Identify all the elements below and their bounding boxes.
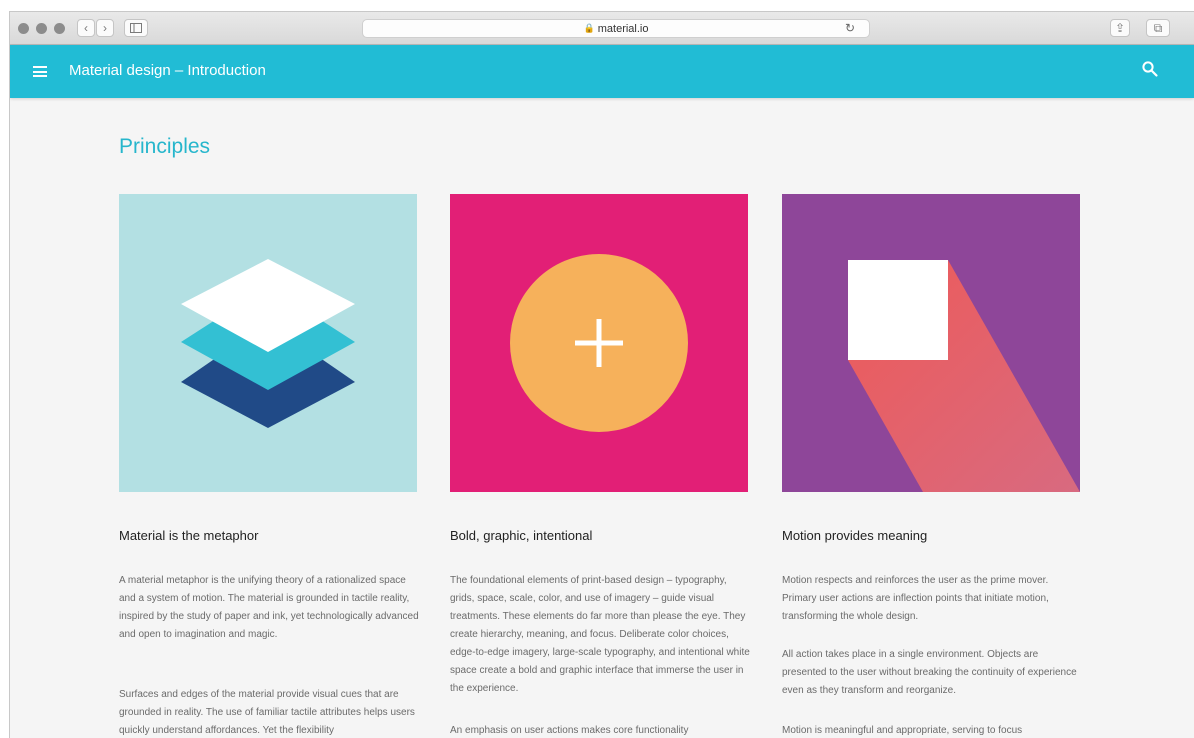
card-paragraph: Motion is meaningful and appropriate, se… bbox=[782, 725, 1023, 736]
forward-button[interactable]: › bbox=[96, 19, 114, 37]
back-button[interactable]: ‹ bbox=[77, 19, 95, 37]
app-bar: Material design – Introduction bbox=[10, 45, 1194, 98]
motion-shadow-illustration bbox=[782, 194, 1080, 492]
menu-icon[interactable] bbox=[33, 66, 47, 77]
section-heading: Principles bbox=[119, 135, 211, 158]
card-paragraph: The foundational elements of print-based… bbox=[450, 575, 750, 694]
share-button[interactable]: ⇪ bbox=[1110, 19, 1130, 37]
lock-icon: 🔒 bbox=[583, 23, 595, 33]
url-text: material.io bbox=[597, 22, 649, 35]
card-paragraph: Motion respects and reinforces the user … bbox=[782, 575, 1049, 622]
card-heading-bold-graphic: Bold, graphic, intentional bbox=[450, 528, 593, 543]
browser-toolbar: ‹ › 🔒 material.io ↻ ⇪ ⧉ bbox=[10, 12, 1194, 45]
sidebar-button[interactable] bbox=[124, 19, 148, 37]
card-paragraph: Surfaces and edges of the material provi… bbox=[119, 689, 415, 736]
close-window-button[interactable] bbox=[18, 23, 29, 34]
search-icon[interactable] bbox=[1141, 60, 1159, 78]
address-bar[interactable]: 🔒 material.io ↻ bbox=[362, 19, 870, 38]
sidebar-icon bbox=[130, 23, 142, 33]
minimize-window-button[interactable] bbox=[36, 23, 47, 34]
card-heading-motion: Motion provides meaning bbox=[782, 528, 928, 543]
zoom-window-button[interactable] bbox=[54, 23, 65, 34]
layered-paper-illustration bbox=[119, 194, 417, 492]
chevron-left-icon: ‹ bbox=[84, 21, 88, 35]
card-paragraph: An emphasis on user actions makes core f… bbox=[450, 725, 689, 736]
tabs-icon: ⧉ bbox=[1153, 20, 1163, 35]
card-paragraph: All action takes place in a single envir… bbox=[782, 649, 1077, 696]
chevron-right-icon: › bbox=[103, 21, 107, 35]
card-paragraph: A material metaphor is the unifying theo… bbox=[119, 575, 419, 640]
show-tabs-button[interactable]: ⧉ bbox=[1146, 19, 1170, 37]
card-heading-material: Material is the metaphor bbox=[119, 528, 259, 543]
browser-window: ‹ › 🔒 material.io ↻ ⇪ ⧉ Material design … bbox=[10, 12, 1194, 738]
page-title: Material design – Introduction bbox=[69, 62, 266, 79]
share-icon: ⇪ bbox=[1114, 21, 1126, 35]
fab-circle-illustration bbox=[450, 194, 748, 492]
reload-icon[interactable]: ↻ bbox=[845, 21, 855, 35]
